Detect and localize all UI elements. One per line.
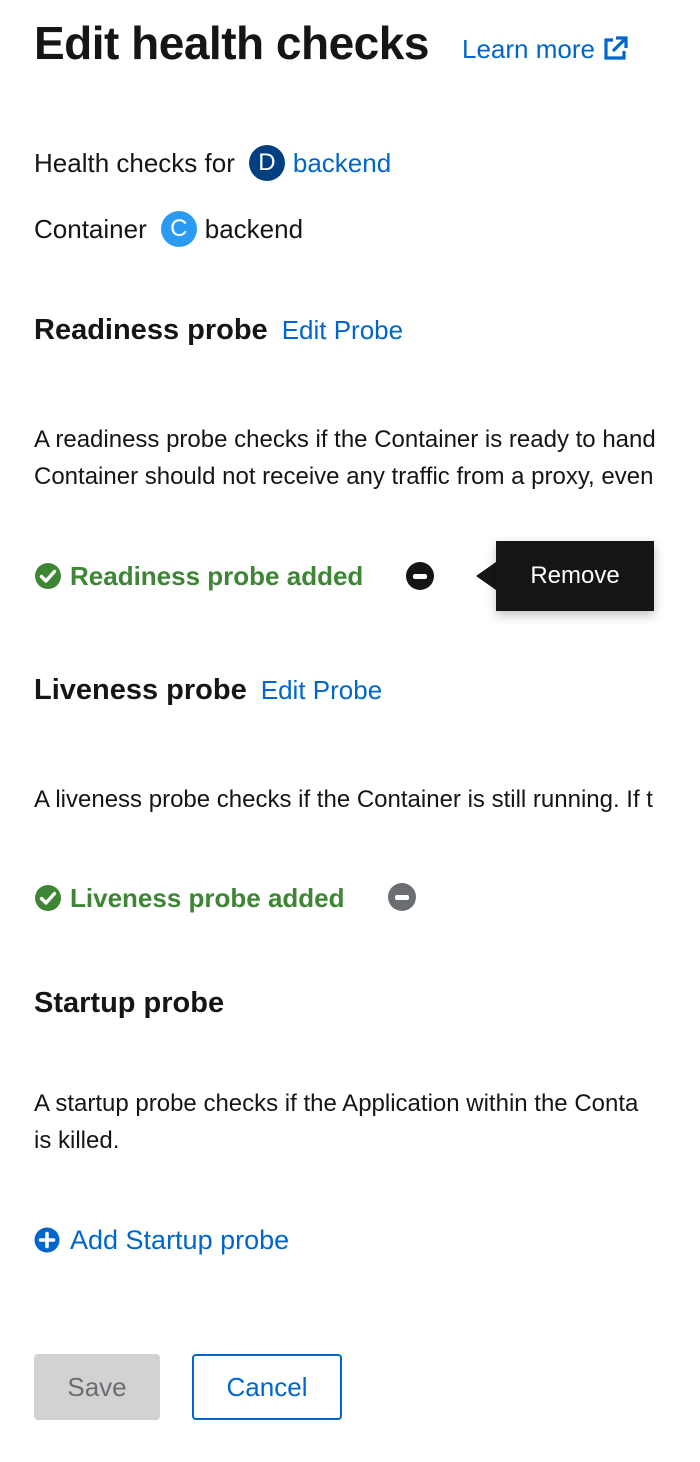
add-startup-probe-link[interactable]: Add Startup probe bbox=[34, 1222, 289, 1258]
health-checks-for-row: Health checks for D backend bbox=[34, 145, 391, 181]
tooltip-arrow bbox=[476, 562, 496, 590]
liveness-edit-probe-link[interactable]: Edit Probe bbox=[261, 671, 382, 709]
readiness-remove-button[interactable] bbox=[406, 562, 434, 590]
check-circle-icon bbox=[35, 885, 61, 911]
health-checks-for-label: Health checks for bbox=[34, 148, 235, 178]
readiness-title: Readiness probe bbox=[34, 314, 268, 346]
readiness-header: Readiness probe Edit Probe bbox=[34, 311, 403, 349]
readiness-description-line-2: Container should not receive any traffic… bbox=[34, 463, 654, 490]
liveness-remove-button[interactable] bbox=[388, 883, 416, 911]
liveness-description-line-1: A liveness probe checks if the Container… bbox=[34, 786, 653, 813]
startup-description-line-2: is killed. bbox=[34, 1127, 120, 1154]
learn-more-link[interactable]: Learn more bbox=[462, 32, 629, 66]
container-row: Container C backend bbox=[34, 211, 303, 247]
learn-more-label: Learn more bbox=[462, 34, 595, 64]
save-button[interactable]: Save bbox=[34, 1354, 160, 1420]
readiness-description-line-1: A readiness probe checks if the Containe… bbox=[34, 426, 656, 453]
container-badge: C bbox=[160, 211, 197, 247]
container-label: Container bbox=[34, 214, 147, 244]
deployment-link[interactable]: backend bbox=[293, 146, 391, 180]
remove-tooltip: Remove bbox=[496, 541, 654, 611]
liveness-status-label: Liveness probe added bbox=[70, 883, 345, 913]
minus-circle-icon bbox=[413, 573, 427, 579]
deployment-badge: D bbox=[248, 145, 285, 181]
minus-circle-icon bbox=[395, 894, 409, 900]
cancel-button[interactable]: Cancel bbox=[192, 1354, 342, 1420]
external-link-icon bbox=[604, 36, 628, 60]
plus-circle-icon bbox=[34, 1227, 60, 1253]
liveness-title: Liveness probe bbox=[34, 674, 247, 706]
readiness-edit-probe-link[interactable]: Edit Probe bbox=[282, 311, 403, 349]
liveness-status: Liveness probe added bbox=[34, 881, 345, 915]
readiness-status-label: Readiness probe added bbox=[70, 561, 364, 591]
check-circle-icon bbox=[35, 563, 61, 589]
add-startup-probe-label: Add Startup probe bbox=[70, 1225, 290, 1255]
startup-title: Startup probe bbox=[34, 987, 225, 1019]
page-title: Edit health checks bbox=[34, 17, 429, 69]
startup-description-line-1: A startup probe checks if the Applicatio… bbox=[34, 1090, 639, 1117]
readiness-status: Readiness probe added bbox=[34, 559, 363, 593]
liveness-header: Liveness probe Edit Probe bbox=[34, 671, 382, 709]
container-name: backend bbox=[204, 214, 304, 244]
